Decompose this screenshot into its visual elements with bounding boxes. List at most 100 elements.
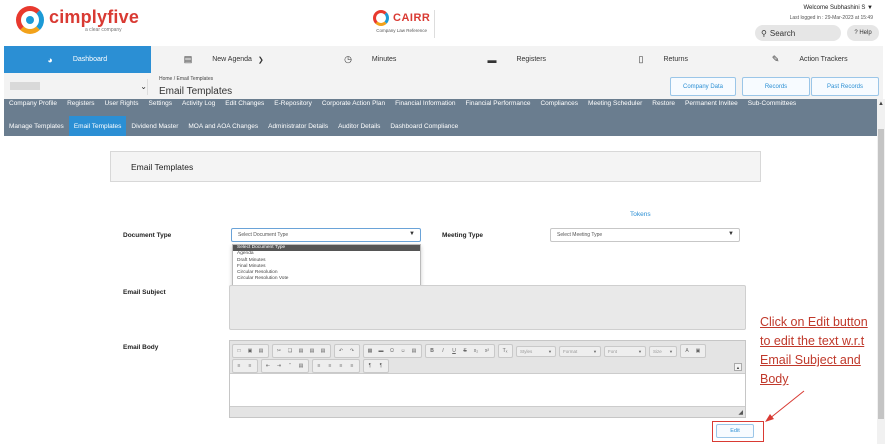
smiley-icon[interactable]: ☺: [398, 346, 408, 356]
email-subject-field[interactable]: [229, 285, 746, 330]
edit-button[interactable]: Edit: [716, 424, 754, 438]
search-box[interactable]: ⚲: [755, 25, 841, 41]
chevron-down-icon[interactable]: ▼: [867, 5, 873, 11]
records-button[interactable]: Records: [742, 77, 810, 96]
submenu-meeting-scheduler[interactable]: Meeting Scheduler: [583, 99, 647, 107]
cairr-logo[interactable]: CAIRR Company Law Reference: [373, 10, 430, 33]
special-char-icon[interactable]: Ω: [387, 346, 397, 356]
document-type-dropdown: Select Document Type Agenda Draft Minute…: [232, 244, 421, 291]
nav-registers[interactable]: ▬ Registers: [444, 46, 591, 73]
caret-down-icon: ▼: [409, 231, 415, 237]
nav-returns[interactable]: ▯ Returns: [590, 46, 737, 73]
help-button[interactable]: ? Help: [847, 25, 879, 41]
company-placeholder: [10, 82, 40, 90]
format-combo[interactable]: Format ▼: [559, 345, 601, 357]
save-icon[interactable]: ▣: [245, 346, 255, 356]
welcome-text[interactable]: Welcome Subhashini S: [803, 5, 865, 11]
italic-icon[interactable]: I: [438, 346, 448, 356]
pagebreak-icon[interactable]: ▤: [409, 346, 419, 356]
outdent-icon[interactable]: ⇤: [263, 361, 273, 371]
align-right-icon[interactable]: ≡: [336, 361, 346, 371]
rtl-icon[interactable]: ¶: [376, 361, 386, 371]
dropdown-option[interactable]: Circular Resolution Vote: [233, 276, 420, 282]
submenu-corporate-action-plan[interactable]: Corporate Action Plan: [317, 99, 390, 107]
nav-dashboard[interactable]: ◕ Dashboard: [4, 46, 151, 73]
nav-new-agenda[interactable]: ▤ New Agenda ❯: [151, 46, 298, 73]
underline-icon[interactable]: U: [449, 346, 459, 356]
align-left-icon[interactable]: ≡: [314, 361, 324, 371]
tab-email-templates[interactable]: Email Templates: [68, 116, 127, 136]
resize-grip-icon[interactable]: ◢: [738, 409, 743, 416]
cut-icon[interactable]: ✂: [274, 346, 284, 356]
styles-label: Styles: [520, 348, 533, 354]
bg-color-icon[interactable]: ▣: [693, 346, 703, 356]
bold-icon[interactable]: B: [427, 346, 437, 356]
user-info[interactable]: Welcome Subhashini S ▼ Last logged in : …: [790, 5, 873, 21]
breadcrumb-current: Email Templates: [176, 76, 214, 82]
submenu-edit-changes[interactable]: Edit Changes: [220, 99, 269, 107]
tab-auditor-details[interactable]: Auditor Details: [333, 116, 385, 136]
tab-manage-templates[interactable]: Manage Templates: [4, 116, 69, 136]
breadcrumb-home[interactable]: Home: [159, 76, 172, 82]
blockquote-icon[interactable]: “: [285, 361, 295, 371]
collapse-toolbar-icon[interactable]: ▲: [734, 363, 742, 371]
submenu-activity-log[interactable]: Activity Log: [177, 99, 220, 107]
scroll-up-icon[interactable]: ▲: [878, 101, 884, 107]
template-icon[interactable]: ▤: [256, 346, 266, 356]
paste-word-icon[interactable]: ▤: [318, 346, 328, 356]
div-icon[interactable]: ▤: [296, 361, 306, 371]
remove-format-icon[interactable]: Tₓ: [500, 346, 510, 356]
tab-administrator-details[interactable]: Administrator Details: [263, 116, 333, 136]
superscript-icon[interactable]: x²: [482, 346, 492, 356]
undo-icon[interactable]: ↶: [336, 346, 346, 356]
indent-icon[interactable]: ⇥: [274, 361, 284, 371]
email-body-editor[interactable]: □ ▣ ▤ ✂ ❏ ▤ ▤ ▤ ↶ ↷ ▦ ▬ Ω ☺ ▤ B I U S x₂…: [229, 340, 746, 418]
redo-icon[interactable]: ↷: [347, 346, 357, 356]
size-combo[interactable]: Size ▼: [649, 345, 677, 357]
tab-dashboard-compliance[interactable]: Dashboard Compliance: [385, 116, 463, 136]
document-type-select[interactable]: Select Document Type ▼: [231, 228, 421, 242]
justify-icon[interactable]: ≡: [347, 361, 357, 371]
paste-icon[interactable]: ▤: [296, 346, 306, 356]
subscript-icon[interactable]: x₂: [471, 346, 481, 356]
tokens-link[interactable]: Tokens: [630, 211, 651, 218]
nav-action-trackers[interactable]: ✎ Action Trackers: [737, 46, 884, 73]
copy-icon[interactable]: ❏: [285, 346, 295, 356]
submenu-user-rights[interactable]: User Rights: [100, 99, 144, 107]
submenu-sub-committees[interactable]: Sub-Committees: [743, 99, 801, 107]
search-input[interactable]: [769, 28, 830, 38]
paste-text-icon[interactable]: ▤: [307, 346, 317, 356]
editor-content-area[interactable]: [230, 374, 745, 406]
bulleted-list-icon[interactable]: ≡: [245, 361, 255, 371]
styles-combo[interactable]: Styles ▼: [516, 345, 556, 357]
nav-minutes[interactable]: ◷ Minutes: [297, 46, 444, 73]
cimplyfive-logo[interactable]: cimplyfive a clear company: [16, 6, 139, 34]
align-center-icon[interactable]: ≡: [325, 361, 335, 371]
ltr-icon[interactable]: ¶: [365, 361, 375, 371]
company-select[interactable]: ⌄: [8, 79, 148, 95]
strike-icon[interactable]: S: [460, 346, 470, 356]
submenu-compliances[interactable]: Compliances: [535, 99, 583, 107]
submenu-primary: Company Profile Registers User Rights Se…: [4, 99, 877, 116]
company-data-button[interactable]: Company Data: [670, 77, 736, 96]
tab-dividend-master[interactable]: Dividend Master: [126, 116, 183, 136]
numbered-list-icon[interactable]: ≡: [234, 361, 244, 371]
submenu-permanent-invitee[interactable]: Permanent Invitee: [680, 99, 743, 107]
submenu-registers[interactable]: Registers: [62, 99, 99, 107]
table-icon[interactable]: ▦: [365, 346, 375, 356]
text-color-icon[interactable]: A: [682, 346, 692, 356]
submenu-restore[interactable]: Restore: [647, 99, 680, 107]
submenu-financial-information[interactable]: Financial Information: [390, 99, 460, 107]
font-combo[interactable]: Font ▼: [604, 345, 646, 357]
submenu-financial-performance[interactable]: Financial Performance: [460, 99, 535, 107]
tab-moa-aoa-changes[interactable]: MOA and AOA Changes: [183, 116, 263, 136]
submenu-e-repository[interactable]: E-Repository: [269, 99, 317, 107]
submenu-company-profile[interactable]: Company Profile: [4, 99, 62, 107]
hr-icon[interactable]: ▬: [376, 346, 386, 356]
source-icon[interactable]: □: [234, 346, 244, 356]
meeting-type-select[interactable]: Select Meeting Type ▼: [550, 228, 740, 242]
past-records-button[interactable]: Past Records: [811, 77, 879, 96]
nav-label: Minutes: [371, 56, 397, 63]
submenu-settings[interactable]: Settings: [144, 99, 178, 107]
page-scrollbar[interactable]: ▲: [877, 99, 885, 444]
